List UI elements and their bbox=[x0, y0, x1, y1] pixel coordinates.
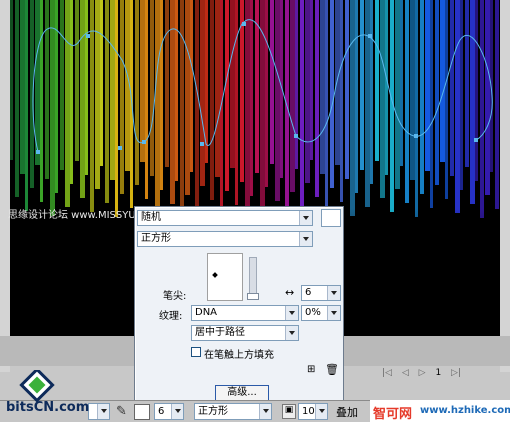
chevron-down-icon[interactable] bbox=[327, 286, 340, 300]
app-window: 思缘设计论坛 www.MISSYUAN.COM 随机 正方形 笔尖: ↔ 6 纹… bbox=[0, 0, 510, 422]
new-preset-icon[interactable]: ⊞ bbox=[307, 364, 315, 375]
tip-size-field[interactable]: 6 bbox=[301, 285, 341, 301]
texture-percent-field[interactable]: 0% bbox=[301, 305, 341, 321]
page-navigation: |◁ ◁ ▷ 1 ▷| bbox=[382, 368, 468, 378]
texture-value: DNA bbox=[195, 307, 218, 318]
tip-shape-select[interactable]: 正方形 bbox=[137, 231, 313, 247]
stroke-color-button[interactable] bbox=[134, 404, 150, 420]
stroke-category-select[interactable]: 随机 bbox=[137, 210, 313, 226]
blend-mode-select[interactable]: 叠加 bbox=[336, 404, 358, 420]
toolbar-tip-size-field[interactable]: 6 bbox=[154, 403, 184, 420]
tip-size-value: 6 bbox=[305, 287, 312, 298]
chevron-down-icon[interactable] bbox=[285, 306, 298, 320]
first-page-button[interactable]: |◁ bbox=[382, 368, 392, 378]
chevron-down-icon[interactable] bbox=[299, 211, 312, 225]
pencil-icon[interactable]: ✎ bbox=[116, 404, 127, 419]
texture-label: 纹理: bbox=[159, 311, 183, 322]
trash-icon[interactable]: 🗑 bbox=[325, 363, 339, 376]
page-number: 1 bbox=[435, 368, 442, 378]
right-frame bbox=[500, 0, 510, 372]
tip-shape-value: 正方形 bbox=[141, 233, 171, 244]
chevron-down-icon[interactable] bbox=[97, 404, 109, 419]
toolbar-tip-size-value: 6 bbox=[158, 406, 165, 417]
toolbar-tip-shape-select[interactable]: 正方形 bbox=[194, 403, 272, 420]
stroke-color-swatch[interactable] bbox=[321, 209, 341, 227]
toolbar-tip-shape-value: 正方形 bbox=[198, 406, 228, 417]
fill-over-stroke-checkbox[interactable] bbox=[191, 347, 201, 357]
bitscn-logo-text: bitsCN.com bbox=[6, 400, 90, 415]
chevron-down-icon[interactable] bbox=[285, 326, 298, 340]
left-frame bbox=[0, 0, 10, 372]
tip-label: 笔尖: bbox=[163, 291, 187, 302]
resize-arrows-icon: ↔ bbox=[285, 286, 295, 299]
next-page-button[interactable]: ▷ bbox=[419, 368, 426, 378]
hzhike-logo-cn: 智可网 bbox=[373, 407, 413, 422]
stroke-options-popup: 随机 正方形 笔尖: ↔ 6 纹理: DNA 0% 居中于路径 在笔触上方填充 … bbox=[134, 206, 344, 402]
chevron-down-icon[interactable] bbox=[259, 404, 271, 419]
texture-percent-value: 0% bbox=[305, 307, 321, 318]
hzhike-logo: 智可网 www.hzhike.com bbox=[370, 400, 510, 422]
path-position-select[interactable]: 居中于路径 bbox=[191, 325, 299, 341]
slider-thumb[interactable] bbox=[247, 293, 259, 300]
tip-preview-box bbox=[207, 253, 243, 301]
path-position-value: 居中于路径 bbox=[195, 327, 245, 338]
last-page-button[interactable]: ▷| bbox=[451, 368, 461, 378]
chevron-down-icon[interactable] bbox=[315, 404, 327, 419]
opacity-field[interactable]: 100 bbox=[298, 403, 328, 420]
hzhike-logo-url: www.hzhike.com bbox=[420, 405, 510, 416]
chevron-down-icon[interactable] bbox=[299, 232, 312, 246]
chevron-down-icon[interactable] bbox=[171, 404, 183, 419]
advanced-button[interactable]: 高级... bbox=[215, 385, 269, 401]
stroke-category-value: 随机 bbox=[141, 212, 161, 223]
prev-page-button[interactable]: ◁ bbox=[402, 368, 409, 378]
chevron-down-icon[interactable] bbox=[327, 306, 340, 320]
fill-over-stroke-label: 在笔触上方填充 bbox=[204, 350, 274, 361]
texture-select[interactable]: DNA bbox=[191, 305, 299, 321]
opacity-icon: ▣ bbox=[282, 404, 296, 419]
